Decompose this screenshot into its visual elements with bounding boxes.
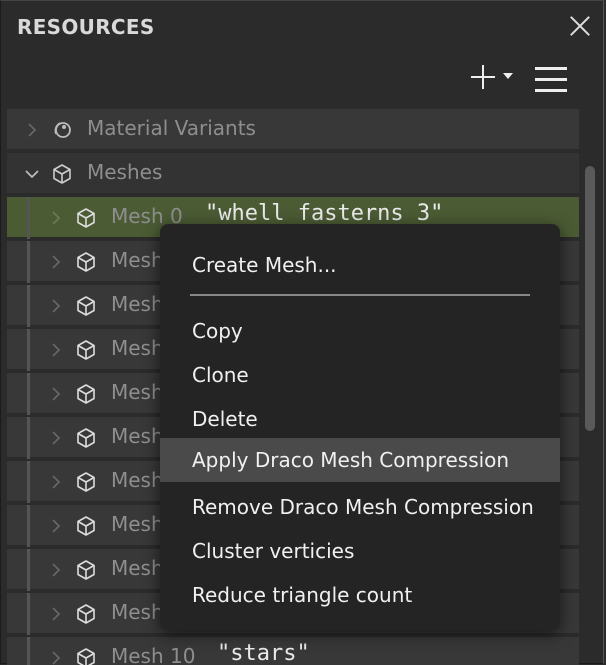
chevron-right-icon [28, 123, 37, 137]
mesh-label: Mesh [111, 424, 164, 448]
hamburger-menu-button[interactable] [535, 67, 567, 93]
tree-item-label: Meshes [87, 160, 163, 184]
chevron-right-icon [52, 607, 61, 621]
context-menu: Create Mesh... Copy Clone Delete Apply D… [160, 224, 560, 630]
menu-separator [190, 294, 530, 296]
cube-icon [77, 516, 95, 536]
mesh-row-10[interactable]: Mesh 10 "stars" [7, 637, 579, 665]
panel-title: RESOURCES [17, 15, 155, 39]
material-variants-icon [54, 122, 71, 138]
mesh-label: Mesh [111, 292, 164, 316]
scrollbar-thumb[interactable] [585, 166, 595, 431]
chevron-right-icon [52, 563, 61, 577]
mesh-label: Mesh [111, 380, 164, 404]
chevron-right-icon [52, 475, 61, 489]
menu-item-reduce-triangles[interactable]: Reduce triangle count [160, 573, 560, 617]
mesh-label: Mesh 10 [111, 644, 196, 665]
cube-icon [77, 296, 95, 316]
chevron-right-icon [52, 519, 61, 533]
tree-item-label: Material Variants [87, 116, 256, 140]
mesh-label: Mesh [111, 556, 164, 580]
chevron-right-icon [52, 255, 61, 269]
menu-item-create-mesh[interactable]: Create Mesh... [160, 243, 560, 287]
chevron-right-icon [52, 651, 61, 665]
cube-icon [77, 252, 95, 272]
tree-item-meshes[interactable]: Meshes [7, 153, 579, 195]
chevron-right-icon [52, 343, 61, 357]
menu-item-remove-draco[interactable]: Remove Draco Mesh Compression [160, 485, 560, 529]
mesh-label: Mesh [111, 336, 164, 360]
cube-icon [77, 604, 95, 624]
cube-icon [77, 384, 95, 404]
mesh-name: "whell fasterns 3" [205, 201, 444, 226]
cube-icon [77, 428, 95, 448]
cube-icon [77, 648, 95, 665]
mesh-name: "stars" [217, 641, 310, 665]
plus-icon [471, 65, 495, 89]
mesh-label: Mesh [111, 468, 164, 492]
mesh-label: Mesh [111, 512, 164, 536]
dropdown-caret-icon [503, 73, 513, 79]
mesh-label: Mesh [111, 600, 164, 624]
menu-item-delete[interactable]: Delete [160, 397, 560, 441]
mesh-label: Mesh [111, 248, 164, 272]
cube-icon [77, 208, 95, 228]
add-resource-button[interactable] [469, 63, 521, 93]
chevron-right-icon [52, 431, 61, 445]
menu-item-cluster-vertices[interactable]: Cluster verticies [160, 529, 560, 573]
cube-icon [77, 472, 95, 492]
menu-item-clone[interactable]: Clone [160, 353, 560, 397]
menu-item-apply-draco[interactable]: Apply Draco Mesh Compression [160, 438, 560, 482]
cube-icon [77, 560, 95, 580]
chevron-right-icon [52, 387, 61, 401]
chevron-right-icon [52, 299, 61, 313]
close-icon[interactable] [567, 13, 593, 39]
tree-item-material-variants[interactable]: Material Variants [7, 109, 579, 151]
cube-icon [53, 164, 71, 184]
chevron-down-icon [25, 170, 39, 179]
chevron-right-icon [52, 211, 61, 225]
menu-item-copy[interactable]: Copy [160, 309, 560, 353]
cube-icon [77, 340, 95, 360]
